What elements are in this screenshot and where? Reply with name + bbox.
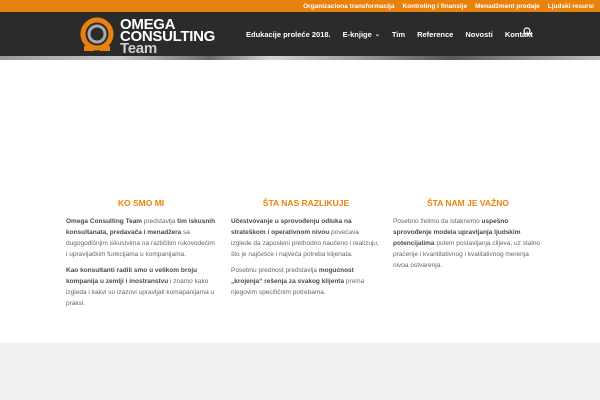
nav-item-novosti[interactable]: Novosti [459,30,499,39]
page: Organizaciona transformacija Kontroling … [0,0,600,400]
column-ko-smo-mi: KO SMO MI Omega Consulting Team predstav… [66,198,216,314]
nav-item-edukacije[interactable]: Edukacije proleće 2018. [240,30,337,39]
chevron-down-icon: ⌄ [374,31,380,38]
logo-wordmark[interactable]: OMEGA CONSULTING Team [120,17,215,56]
nav-item-e-knjige[interactable]: E-knjige ⌄ [337,30,386,39]
column-title: ŠTA NAS RAZLIKUJE [262,198,350,208]
column-paragraph: Kao konsultanti radili smo u velikom bro… [66,265,216,309]
column-paragraph: Učestvovanje u sprovođenju odluka na str… [231,216,381,260]
footer-band [0,343,600,400]
search-icon[interactable] [523,27,533,37]
topbar-link-ljudski[interactable]: Ljudski resursi [548,3,594,10]
body-text: predstavlja [142,218,178,225]
top-utility-bar: Organizaciona transformacija Kontroling … [0,0,600,12]
nav-item-tim[interactable]: Tim [386,30,411,39]
column-paragraph: Posebnu prednost predstavlja mogućnost „… [231,265,381,298]
emphasis-text: rešenja za svakog klijenta [262,278,345,285]
body-text: Posebno želimo da istaknemo [393,218,482,225]
column-body: Učestvovanje u sprovođenju odluka na str… [231,216,381,298]
column-body: Posebno želimo da istaknemo uspešno spro… [393,216,543,271]
topbar-link-menadzment[interactable]: Menadžment prodaje [475,3,540,10]
nav-label: Edukacije proleće 2018. [246,29,331,39]
column-body: Omega Consulting Team predstavlja tim is… [66,216,216,309]
nav-label: Reference [417,29,454,39]
column-paragraph: Omega Consulting Team predstavlja tim is… [66,216,216,260]
column-sta-nas-razlikuje: ŠTA NAS RAZLIKUJE Učestvovanje u sprovođ… [231,198,381,303]
emphasis-text: Omega Consulting Team [66,218,143,225]
topbar-link-kontroling[interactable]: Kontroling i finansije [402,3,467,10]
body-text: Posebnu prednost predstavlja [231,267,319,274]
hero-image-strip [0,56,600,60]
omega-logo-icon[interactable] [78,16,116,56]
nav-item-reference[interactable]: Reference [411,30,459,39]
nav-label: E-knjige [342,29,372,39]
nav-label: Novosti [465,29,493,39]
main-nav: Edukacije proleće 2018. E-knjige ⌄ Tim Re… [240,12,539,56]
column-title: ŠTA NAM JE VAŽNO [426,198,509,208]
column-paragraph: Posebno želimo da istaknemo uspešno spro… [393,216,543,271]
nav-label: Tim [391,29,406,39]
column-title: KO SMO MI [117,198,165,208]
topbar-link-organizaciona[interactable]: Organizaciona transformacija [303,3,394,10]
column-sta-nam-je-vazno: ŠTA NAM JE VAŽNO Posebno želimo da istak… [393,198,543,276]
